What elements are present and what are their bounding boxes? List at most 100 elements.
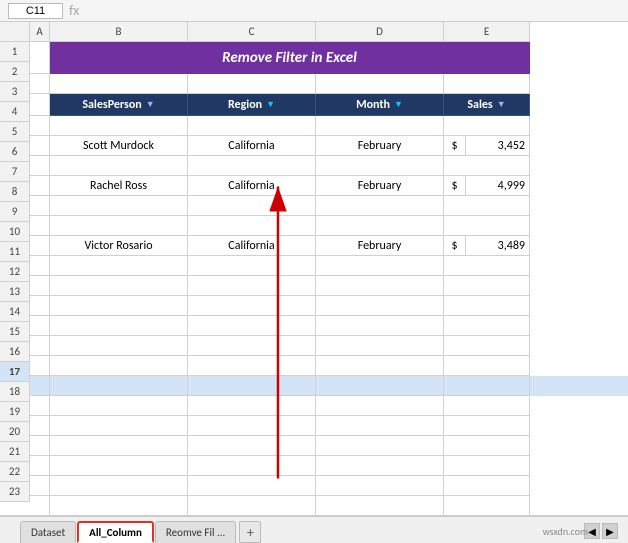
row-3: SalesPerson ▼ Region ▼ Month ▼ Sales ▼ (30, 94, 628, 116)
rn-9: 9 (0, 202, 30, 222)
cell-7C: California (188, 176, 316, 196)
cell-7E2: 4,999 (466, 176, 530, 196)
tab-scroll-right[interactable]: ▶ (602, 523, 618, 539)
cell-10C: California (188, 236, 316, 256)
cell-7B: Rachel Ross (50, 176, 188, 196)
row-5: Scott Murdock California February $ 3,45… (30, 136, 628, 156)
row-4 (30, 116, 628, 136)
cell-2D (316, 74, 444, 94)
rn-5: 5 (0, 122, 30, 142)
row-10: Victor Rosario California February $ 3,4… (30, 236, 628, 256)
row-19 (30, 416, 628, 436)
tab-dataset-label: Dataset (31, 526, 65, 539)
rn-1: 1 (0, 42, 30, 62)
rn-10: 10 (0, 222, 30, 242)
tab-add-button[interactable]: + (239, 521, 261, 543)
rn-21: 21 (0, 442, 30, 462)
formula-bar: fx (0, 0, 628, 22)
rn-19: 19 (0, 402, 30, 422)
row-11 (30, 256, 628, 276)
sheet-wrapper: A B C D E 1 2 3 4 5 6 7 8 9 10 11 12 13 (0, 22, 628, 515)
rn-11: 11 (0, 242, 30, 262)
tab-removefilter[interactable]: Reomve Fil ... (155, 521, 236, 543)
filter-sales-icon[interactable]: ▼ (497, 99, 506, 110)
header-month[interactable]: Month ▼ (316, 94, 444, 116)
row-14 (30, 316, 628, 336)
row-18 (30, 396, 628, 416)
header-region[interactable]: Region ▼ (188, 94, 316, 116)
row-13 (30, 296, 628, 316)
cell-5C: California (188, 136, 316, 156)
cell-2C (188, 74, 316, 94)
cell-10E2: 3,489 (466, 236, 530, 256)
rn-12: 12 (0, 262, 30, 282)
row-1: Remove Filter in Excel (30, 42, 628, 74)
cell-2E (444, 74, 530, 94)
rows-area: 1 2 3 4 5 6 7 8 9 10 11 12 13 14 15 16 1… (0, 42, 628, 515)
row-17 (30, 376, 628, 396)
filter-region-icon[interactable]: ▼ (266, 99, 275, 110)
filter-month-icon[interactable]: ▼ (394, 99, 403, 110)
rn-6: 6 (0, 142, 30, 162)
cell-2B (50, 74, 188, 94)
row-numbers: 1 2 3 4 5 6 7 8 9 10 11 12 13 14 15 16 1… (0, 42, 30, 515)
cell-5B: Scott Murdock (50, 136, 188, 156)
col-header-A: A (30, 22, 50, 42)
rn-16: 16 (0, 342, 30, 362)
add-tab-icon: + (247, 524, 254, 541)
cell-5D: February (316, 136, 444, 156)
rn-7: 7 (0, 162, 30, 182)
rn-3: 3 (0, 82, 30, 102)
row-9 (30, 216, 628, 236)
row-12 (30, 276, 628, 296)
row-6 (30, 156, 628, 176)
cell-10D: February (316, 236, 444, 256)
rn-22: 22 (0, 462, 30, 482)
cell-3A (30, 94, 50, 116)
filter-salesperson-icon[interactable]: ▼ (146, 99, 155, 110)
cell-7D: February (316, 176, 444, 196)
row-22 (30, 476, 628, 496)
header-salesperson-label: SalesPerson (82, 98, 141, 112)
col-header-row: A B C D E (0, 22, 628, 42)
col-header-E: E (444, 22, 530, 42)
rn-23: 23 (0, 482, 30, 502)
tab-dataset[interactable]: Dataset (20, 521, 76, 543)
name-box[interactable] (8, 3, 63, 19)
row-20 (30, 436, 628, 456)
rn-15: 15 (0, 322, 30, 342)
col-header-C: C (188, 22, 316, 42)
cell-2A (30, 74, 50, 94)
excel-app: fx A B C D E 1 2 3 4 5 6 7 8 9 10 (0, 0, 628, 543)
title-cell: Remove Filter in Excel (50, 42, 530, 74)
tab-allcolumn[interactable]: All_Column (77, 521, 154, 543)
rn-14: 14 (0, 302, 30, 322)
rn-17: 17 (0, 362, 30, 382)
col-header-D: D (316, 22, 444, 42)
header-salesperson[interactable]: SalesPerson ▼ (50, 94, 188, 116)
tab-bar: Dataset All_Column Reomve Fil ... + ◀ ▶ … (0, 515, 628, 543)
rn-18: 18 (0, 382, 30, 402)
cell-10B: Victor Rosario (50, 236, 188, 256)
tab-allcolumn-label: All_Column (89, 526, 142, 539)
rn-2: 2 (0, 62, 30, 82)
rn-13: 13 (0, 282, 30, 302)
rn-4: 4 (0, 102, 30, 122)
cells-area: Remove Filter in Excel SalesPerson ▼ (30, 42, 628, 515)
row-23 (30, 496, 628, 515)
formula-separator: fx (69, 2, 79, 19)
row-2 (30, 74, 628, 94)
row-21 (30, 456, 628, 476)
corner-cell (0, 22, 30, 42)
cell-1A (30, 42, 50, 74)
row-15 (30, 336, 628, 356)
row-7: Rachel Ross California February $ 4,999 (30, 176, 628, 196)
row-16 (30, 356, 628, 376)
rn-8: 8 (0, 182, 30, 202)
cell-10E1: $ (444, 236, 466, 256)
cell-5E1: $ (444, 136, 466, 156)
header-sales-label: Sales (467, 98, 492, 112)
header-month-label: Month (356, 98, 390, 112)
header-region-label: Region (228, 98, 262, 112)
header-sales[interactable]: Sales ▼ (444, 94, 530, 116)
